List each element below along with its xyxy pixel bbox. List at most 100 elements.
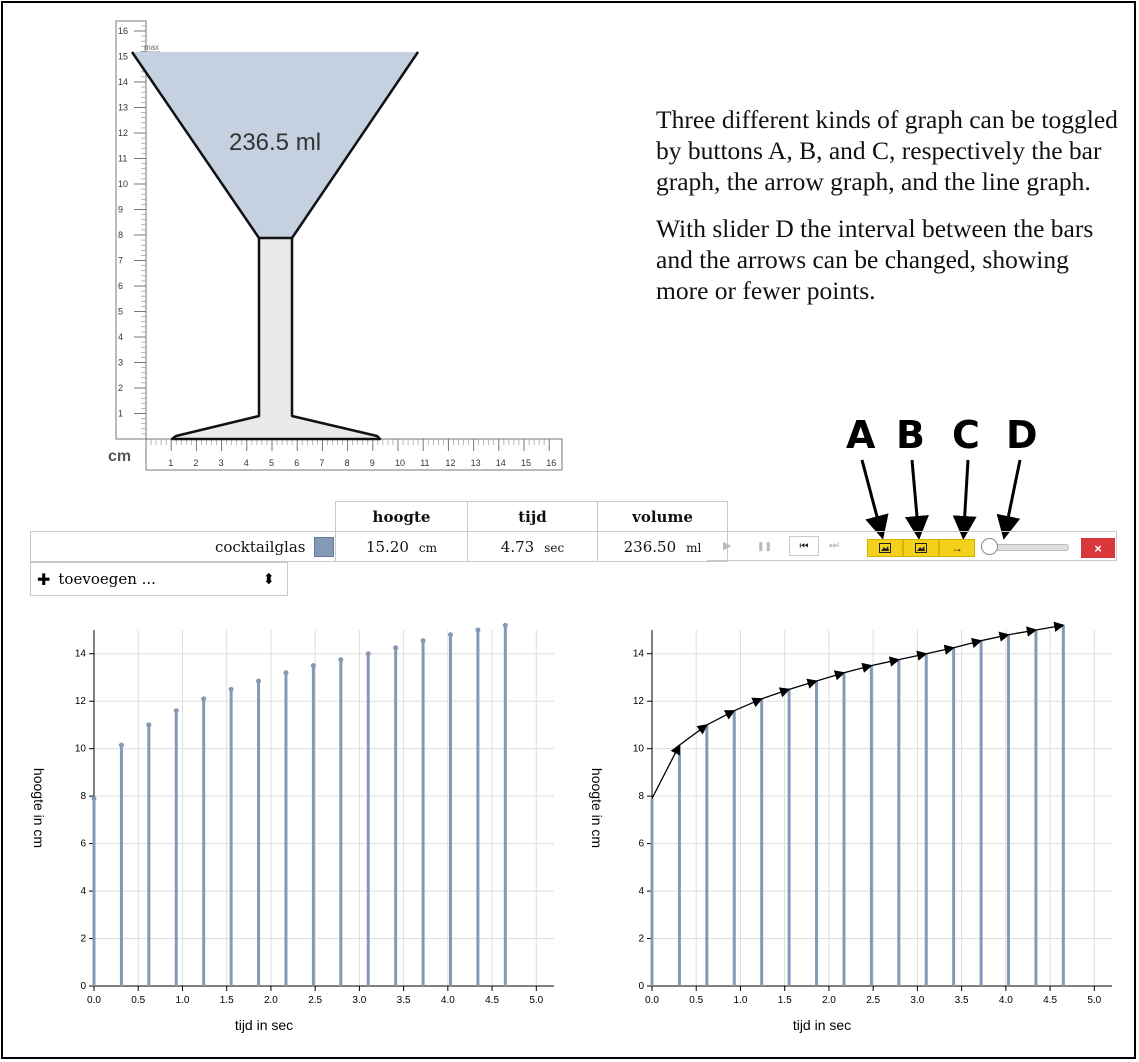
bar-cap-point — [393, 645, 399, 651]
x-tick-label: 2.0 — [264, 995, 278, 1006]
x-tick-label: 3.0 — [910, 995, 924, 1006]
series-arrow-segment — [871, 656, 901, 667]
y-tick-label: 6 — [638, 839, 644, 850]
table-row: cocktailglas 15.20 cm 4.73 sec 236.50 ml — [30, 531, 728, 562]
y-tick-label: 14 — [75, 649, 87, 660]
bar-cap-point — [173, 708, 179, 714]
playback-controls: ▶ ❚❚ ⏮ ⏭ → × — [707, 531, 1117, 561]
bar-cap-point — [256, 678, 262, 684]
y-tick-label: 8 — [638, 791, 644, 802]
bar-cap-point — [365, 651, 371, 657]
x-tick-label: 2.0 — [822, 995, 836, 1006]
x-tick-label: 5.0 — [1087, 995, 1101, 1006]
y-tick-label: 2 — [638, 934, 644, 945]
series-arrow-segment — [980, 631, 1010, 642]
x-tick-label: 0.5 — [689, 995, 703, 1006]
series-arrow-segment — [734, 697, 763, 712]
series-arrow-segment — [1035, 621, 1065, 632]
caret-up-down-icon: ⬍ — [262, 570, 275, 588]
add-select[interactable]: ✚ toevoegen ... ⬍ — [30, 562, 288, 596]
x-axis-label: tijd in sec — [793, 1017, 851, 1033]
image-icon — [879, 543, 891, 553]
bar-cap-point — [201, 696, 207, 702]
x-tick-label: 2.5 — [866, 995, 880, 1006]
measurement-table: hoogte tijd volume cocktailglas 15.20 cm … — [30, 501, 728, 562]
color-swatch[interactable] — [313, 536, 334, 557]
bar-cap-point — [283, 670, 289, 676]
header-height: hoogte — [335, 501, 468, 532]
x-tick-label: 4.5 — [1043, 995, 1057, 1006]
row-name: cocktailglas — [30, 531, 314, 562]
x-tick-label: 2.5 — [308, 995, 322, 1006]
header-time: tijd — [467, 501, 598, 532]
y-tick-label: 2 — [80, 934, 86, 945]
play-icon[interactable]: ▶ — [723, 539, 731, 552]
x-tick-label: 3.5 — [397, 995, 411, 1006]
x-tick-label: 0.0 — [645, 995, 659, 1006]
bar-cap-point — [228, 686, 234, 692]
series-arrow-segment — [679, 724, 708, 746]
y-tick-label: 10 — [633, 744, 645, 755]
bar-cap-point — [475, 627, 481, 633]
bar-cap-point — [118, 742, 124, 748]
time-value: 4.73 — [500, 537, 535, 556]
bar-chart: 0.0 0.5 1.0 1.5 2.0 2.5 3.0 3.5 4.0 4.5 5.0 0 2 4 6 8 10… — [31, 622, 554, 1033]
y-tick-label: 4 — [638, 886, 644, 897]
line-graph-button[interactable]: → — [939, 539, 975, 557]
x-axis-label: tijd in sec — [235, 1017, 293, 1033]
callout-arrow-b — [904, 459, 929, 540]
x-tick-label: 4.5 — [485, 995, 499, 1006]
series-arrow-segment — [651, 743, 681, 799]
y-tick-label: 8 — [80, 791, 86, 802]
y-tick-label: 0 — [80, 981, 86, 992]
interval-slider-knob[interactable] — [981, 538, 998, 555]
y-tick-label: 0 — [638, 981, 644, 992]
x-tick-label: 1.0 — [734, 995, 748, 1006]
x-tick-label: 1.5 — [778, 995, 792, 1006]
bar-graph-button[interactable] — [867, 539, 903, 557]
image-icon — [915, 543, 927, 553]
y-tick-label: 14 — [633, 649, 645, 660]
y-tick-label: 6 — [80, 839, 86, 850]
close-button[interactable]: × — [1081, 538, 1115, 558]
height-unit: cm — [418, 540, 438, 555]
volume-unit: ml — [686, 540, 702, 555]
pause-icon[interactable]: ❚❚ — [757, 541, 772, 552]
height-value: 15.20 — [365, 537, 409, 556]
arrow-graph-button[interactable] — [903, 539, 939, 557]
series-arrow-segment — [953, 637, 983, 649]
callout-arrow-d — [996, 459, 1022, 540]
plus-icon: ✚ — [37, 569, 51, 589]
volume-value: 236.50 — [623, 537, 677, 556]
y-tick-label: 10 — [75, 744, 87, 755]
x-tick-label: 3.5 — [955, 995, 969, 1006]
bar-cap-point — [146, 722, 152, 728]
series-arrow-segment — [898, 650, 928, 661]
x-tick-label: 4.0 — [999, 995, 1013, 1006]
callout-arrows — [860, 459, 1022, 540]
bar-cap-point — [420, 638, 426, 644]
bar-cap-point — [338, 657, 344, 663]
rewind-icon[interactable]: ⏮ — [789, 536, 819, 556]
header-volume: volume — [597, 501, 728, 532]
series-arrow-segment — [926, 644, 955, 655]
y-tick-label: 12 — [75, 696, 87, 707]
arrow-right-icon: → — [951, 541, 963, 555]
y-tick-label: 12 — [633, 696, 645, 707]
x-tick-label: 1.5 — [220, 995, 234, 1006]
series-arrow-segment — [1008, 626, 1038, 637]
callout-arrow-c — [952, 459, 977, 540]
forward-icon[interactable]: ⏭ — [829, 539, 839, 552]
series-arrow-segment — [788, 678, 818, 690]
x-tick-label: 4.0 — [441, 995, 455, 1006]
series-arrow-segment — [843, 662, 873, 674]
x-tick-label: 3.0 — [352, 995, 366, 1006]
series-arrow-segment — [816, 670, 846, 682]
x-tick-label: 0.5 — [131, 995, 145, 1006]
bar-cap-point — [448, 632, 453, 638]
add-select-label: toevoegen ... — [58, 570, 156, 588]
x-tick-label: 1.0 — [176, 995, 190, 1006]
callout-arrow-a — [860, 459, 889, 540]
y-axis-label: hoogte in cm — [31, 768, 47, 848]
time-unit: sec — [544, 540, 565, 555]
